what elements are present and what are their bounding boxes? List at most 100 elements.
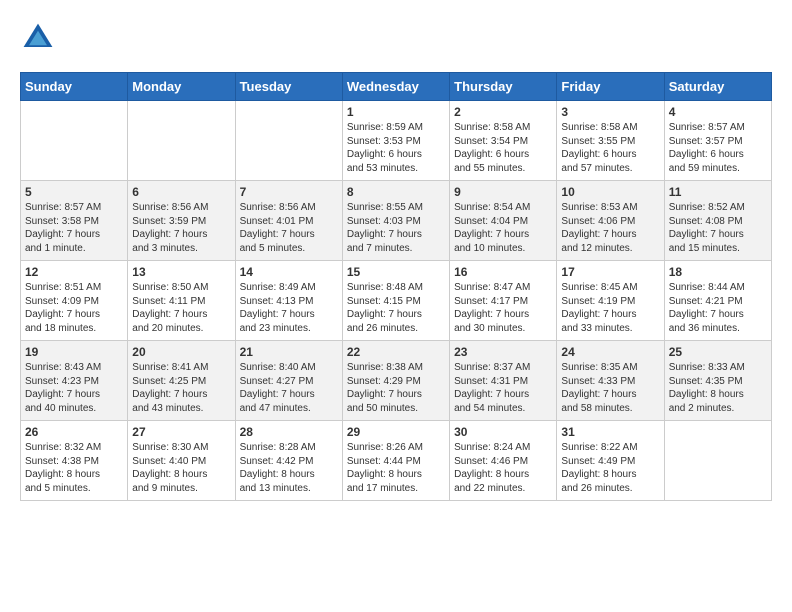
day-number: 27 — [132, 425, 230, 439]
calendar-cell: 21 Sunrise: 8:40 AM Sunset: 4:27 PM Dayli… — [235, 341, 342, 421]
calendar-cell: 28Sunrise: 8:28 AM Sunset: 4:42 PM Dayli… — [235, 421, 342, 501]
day-number: 13 — [132, 265, 230, 279]
day-number: 8 — [347, 185, 445, 199]
day-info: Sunrise: 8:22 AM Sunset: 4:49 PM Dayligh… — [561, 441, 659, 495]
day-info: Sunrise: 8:48 AM Sunset: 4:15 PM Dayligh… — [347, 281, 445, 335]
calendar-cell: 23 Sunrise: 8:37 AM Sunset: 4:31 PM Dayli… — [450, 341, 557, 421]
day-number: 26 — [25, 425, 123, 439]
calendar-cell: 6 Sunrise: 8:56 AM Sunset: 3:59 PM Daylig… — [128, 181, 235, 261]
day-number: 22 — [347, 345, 445, 359]
calendar-cell — [235, 101, 342, 181]
day-number: 25 — [669, 345, 767, 359]
day-number: 5 — [25, 185, 123, 199]
day-info: Sunrise: 8:26 AM Sunset: 4:44 PM Dayligh… — [347, 441, 445, 495]
day-number: 1 — [347, 105, 445, 119]
day-number: 23 — [454, 345, 552, 359]
day-info: Sunrise: 8:56 AM Sunset: 3:59 PM Dayligh… — [132, 201, 230, 255]
day-info: Sunrise: 8:45 AM Sunset: 4:19 PM Dayligh… — [561, 281, 659, 335]
day-info: Sunrise: 8:59 AM Sunset: 3:53 PM Dayligh… — [347, 121, 445, 175]
day-info: Sunrise: 8:44 AM Sunset: 4:21 PM Dayligh… — [669, 281, 767, 335]
weekday-header-thursday: Thursday — [450, 73, 557, 101]
day-info: Sunrise: 8:58 AM Sunset: 3:54 PM Dayligh… — [454, 121, 552, 175]
day-number: 29 — [347, 425, 445, 439]
day-number: 31 — [561, 425, 659, 439]
day-info: Sunrise: 8:54 AM Sunset: 4:04 PM Dayligh… — [454, 201, 552, 255]
weekday-header-row: SundayMondayTuesdayWednesdayThursdayFrid… — [21, 73, 772, 101]
day-number: 4 — [669, 105, 767, 119]
day-info: Sunrise: 8:50 AM Sunset: 4:11 PM Dayligh… — [132, 281, 230, 335]
calendar-cell: 17 Sunrise: 8:45 AM Sunset: 4:19 PM Dayli… — [557, 261, 664, 341]
calendar-cell: 1 Sunrise: 8:59 AM Sunset: 3:53 PM Daylig… — [342, 101, 449, 181]
calendar-cell: 31 Sunrise: 8:22 AM Sunset: 4:49 PM Dayli… — [557, 421, 664, 501]
calendar-week-row: 12 Sunrise: 8:51 AM Sunset: 4:09 PM Dayli… — [21, 261, 772, 341]
calendar-cell: 10Sunrise: 8:53 AM Sunset: 4:06 PM Dayli… — [557, 181, 664, 261]
calendar-cell: 13 Sunrise: 8:50 AM Sunset: 4:11 PM Dayli… — [128, 261, 235, 341]
day-number: 30 — [454, 425, 552, 439]
day-info: Sunrise: 8:57 AM Sunset: 3:58 PM Dayligh… — [25, 201, 123, 255]
day-number: 6 — [132, 185, 230, 199]
calendar-cell: 2Sunrise: 8:58 AM Sunset: 3:54 PM Daylig… — [450, 101, 557, 181]
calendar-cell: 14Sunrise: 8:49 AM Sunset: 4:13 PM Dayli… — [235, 261, 342, 341]
day-info: Sunrise: 8:24 AM Sunset: 4:46 PM Dayligh… — [454, 441, 552, 495]
day-info: Sunrise: 8:33 AM Sunset: 4:35 PM Dayligh… — [669, 361, 767, 415]
weekday-header-sunday: Sunday — [21, 73, 128, 101]
day-number: 3 — [561, 105, 659, 119]
calendar-cell: 9 Sunrise: 8:54 AM Sunset: 4:04 PM Daylig… — [450, 181, 557, 261]
day-number: 17 — [561, 265, 659, 279]
calendar-cell: 22 Sunrise: 8:38 AM Sunset: 4:29 PM Dayli… — [342, 341, 449, 421]
day-number: 19 — [25, 345, 123, 359]
day-info: Sunrise: 8:32 AM Sunset: 4:38 PM Dayligh… — [25, 441, 123, 495]
day-info: Sunrise: 8:40 AM Sunset: 4:27 PM Dayligh… — [240, 361, 338, 415]
day-info: Sunrise: 8:58 AM Sunset: 3:55 PM Dayligh… — [561, 121, 659, 175]
calendar-cell: 16Sunrise: 8:47 AM Sunset: 4:17 PM Dayli… — [450, 261, 557, 341]
day-number: 9 — [454, 185, 552, 199]
day-number: 24 — [561, 345, 659, 359]
calendar-cell: 15 Sunrise: 8:48 AM Sunset: 4:15 PM Dayli… — [342, 261, 449, 341]
calendar-cell: 29 Sunrise: 8:26 AM Sunset: 4:44 PM Dayli… — [342, 421, 449, 501]
calendar-cell: 24Sunrise: 8:35 AM Sunset: 4:33 PM Dayli… — [557, 341, 664, 421]
day-info: Sunrise: 8:38 AM Sunset: 4:29 PM Dayligh… — [347, 361, 445, 415]
calendar-cell: 7 Sunrise: 8:56 AM Sunset: 4:01 PM Daylig… — [235, 181, 342, 261]
day-info: Sunrise: 8:41 AM Sunset: 4:25 PM Dayligh… — [132, 361, 230, 415]
calendar-week-row: 1 Sunrise: 8:59 AM Sunset: 3:53 PM Daylig… — [21, 101, 772, 181]
calendar-cell: 20 Sunrise: 8:41 AM Sunset: 4:25 PM Dayli… — [128, 341, 235, 421]
weekday-header-tuesday: Tuesday — [235, 73, 342, 101]
calendar-cell: 3 Sunrise: 8:58 AM Sunset: 3:55 PM Daylig… — [557, 101, 664, 181]
calendar-cell — [128, 101, 235, 181]
day-info: Sunrise: 8:57 AM Sunset: 3:57 PM Dayligh… — [669, 121, 767, 175]
day-number: 7 — [240, 185, 338, 199]
weekday-header-saturday: Saturday — [664, 73, 771, 101]
day-info: Sunrise: 8:37 AM Sunset: 4:31 PM Dayligh… — [454, 361, 552, 415]
day-number: 21 — [240, 345, 338, 359]
day-number: 12 — [25, 265, 123, 279]
calendar-cell: 27 Sunrise: 8:30 AM Sunset: 4:40 PM Dayli… — [128, 421, 235, 501]
calendar-table: SundayMondayTuesdayWednesdayThursdayFrid… — [20, 72, 772, 501]
weekday-header-friday: Friday — [557, 73, 664, 101]
calendar-cell: 12 Sunrise: 8:51 AM Sunset: 4:09 PM Dayli… — [21, 261, 128, 341]
calendar-week-row: 5 Sunrise: 8:57 AM Sunset: 3:58 PM Daylig… — [21, 181, 772, 261]
day-number: 15 — [347, 265, 445, 279]
calendar-cell: 26 Sunrise: 8:32 AM Sunset: 4:38 PM Dayli… — [21, 421, 128, 501]
day-number: 28 — [240, 425, 338, 439]
day-number: 14 — [240, 265, 338, 279]
logo — [20, 20, 62, 56]
page-header — [20, 20, 772, 56]
day-info: Sunrise: 8:30 AM Sunset: 4:40 PM Dayligh… — [132, 441, 230, 495]
calendar-cell: 30 Sunrise: 8:24 AM Sunset: 4:46 PM Dayli… — [450, 421, 557, 501]
day-number: 20 — [132, 345, 230, 359]
day-number: 11 — [669, 185, 767, 199]
day-number: 18 — [669, 265, 767, 279]
weekday-header-wednesday: Wednesday — [342, 73, 449, 101]
day-info: Sunrise: 8:51 AM Sunset: 4:09 PM Dayligh… — [25, 281, 123, 335]
day-number: 10 — [561, 185, 659, 199]
calendar-cell — [664, 421, 771, 501]
logo-icon — [20, 20, 56, 56]
day-info: Sunrise: 8:56 AM Sunset: 4:01 PM Dayligh… — [240, 201, 338, 255]
calendar-cell: 5 Sunrise: 8:57 AM Sunset: 3:58 PM Daylig… — [21, 181, 128, 261]
calendar-cell: 4 Sunrise: 8:57 AM Sunset: 3:57 PM Daylig… — [664, 101, 771, 181]
day-info: Sunrise: 8:55 AM Sunset: 4:03 PM Dayligh… — [347, 201, 445, 255]
weekday-header-monday: Monday — [128, 73, 235, 101]
calendar-cell — [21, 101, 128, 181]
calendar-cell: 25 Sunrise: 8:33 AM Sunset: 4:35 PM Dayli… — [664, 341, 771, 421]
calendar-week-row: 19Sunrise: 8:43 AM Sunset: 4:23 PM Dayli… — [21, 341, 772, 421]
